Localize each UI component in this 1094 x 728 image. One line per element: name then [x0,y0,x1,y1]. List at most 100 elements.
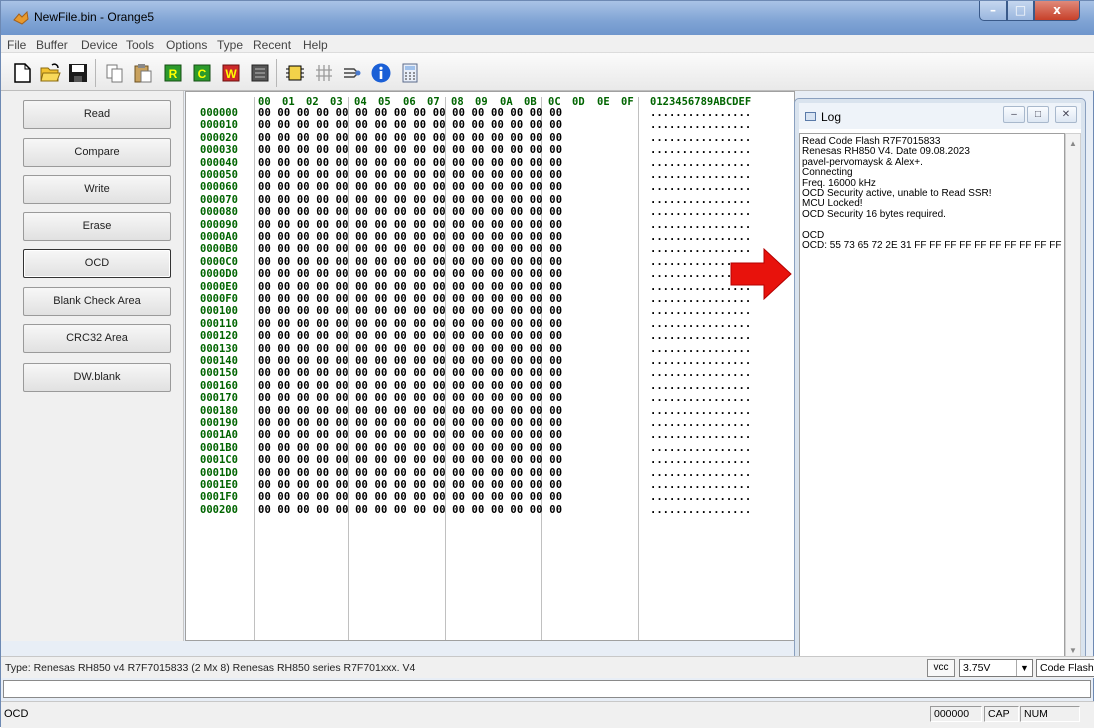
hex-row-bytes[interactable]: 00 00 00 00 00 00 00 00 00 00 00 00 00 0… [258,429,562,441]
hex-row-ascii[interactable]: ................ [650,367,751,379]
hex-row-bytes[interactable]: 00 00 00 00 00 00 00 00 00 00 00 00 00 0… [258,454,562,466]
hex-row-ascii[interactable]: ................ [650,144,751,156]
calculator-icon[interactable] [399,62,421,84]
hex-row-bytes[interactable]: 00 00 00 00 00 00 00 00 00 00 00 00 00 0… [258,491,562,503]
hex-row-bytes[interactable]: 00 00 00 00 00 00 00 00 00 00 00 00 00 0… [258,380,562,392]
hex-row-bytes[interactable]: 00 00 00 00 00 00 00 00 00 00 00 00 00 0… [258,256,562,268]
hex-row-ascii[interactable]: ................ [650,132,751,144]
hex-row-ascii[interactable]: ................ [650,479,751,491]
hex-row-bytes[interactable]: 00 00 00 00 00 00 00 00 00 00 00 00 00 0… [258,169,562,181]
hex-row-bytes[interactable]: 00 00 00 00 00 00 00 00 00 00 00 00 00 0… [258,343,562,355]
hex-row-bytes[interactable]: 00 00 00 00 00 00 00 00 00 00 00 00 00 0… [258,467,562,479]
hex-row-bytes[interactable]: 00 00 00 00 00 00 00 00 00 00 00 00 00 0… [258,417,562,429]
minimize-button[interactable]: – [979,1,1007,21]
menu-options[interactable]: Options [166,38,207,52]
menu-file[interactable]: File [7,38,26,52]
hex-row-bytes[interactable]: 00 00 00 00 00 00 00 00 00 00 00 00 00 0… [258,107,562,119]
hex-row-ascii[interactable]: ................ [650,467,751,479]
hex-row-bytes[interactable]: 00 00 00 00 00 00 00 00 00 00 00 00 00 0… [258,405,562,417]
hex-row-bytes[interactable]: 00 00 00 00 00 00 00 00 00 00 00 00 00 0… [258,281,562,293]
menu-help[interactable]: Help [303,38,328,52]
chip-settings-icon[interactable] [284,62,306,84]
crc32-area-button[interactable]: CRC32 Area [23,324,171,353]
hex-row-bytes[interactable]: 00 00 00 00 00 00 00 00 00 00 00 00 00 0… [258,479,562,491]
hex-row-ascii[interactable]: ................ [650,119,751,131]
erase-button[interactable]: Erase [23,212,171,241]
hex-row-ascii[interactable]: ................ [650,380,751,392]
hex-row-bytes[interactable]: 00 00 00 00 00 00 00 00 00 00 00 00 00 0… [258,206,562,218]
vcc-button[interactable]: vcc [927,659,955,677]
hex-row-ascii[interactable]: ................ [650,107,751,119]
hex-row-bytes[interactable]: 00 00 00 00 00 00 00 00 00 00 00 00 00 0… [258,392,562,404]
hex-row-bytes[interactable]: 00 00 00 00 00 00 00 00 00 00 00 00 00 0… [258,132,562,144]
hex-row-ascii[interactable]: ................ [650,454,751,466]
hex-row-bytes[interactable]: 00 00 00 00 00 00 00 00 00 00 00 00 00 0… [258,268,562,280]
hex-row-ascii[interactable]: ................ [650,330,751,342]
hex-row-bytes[interactable]: 00 00 00 00 00 00 00 00 00 00 00 00 00 0… [258,231,562,243]
hex-row-bytes[interactable]: 00 00 00 00 00 00 00 00 00 00 00 00 00 0… [258,504,562,516]
read-button[interactable]: Read [23,100,171,129]
hex-row-ascii[interactable]: ................ [650,231,751,243]
hex-row-ascii[interactable]: ................ [650,417,751,429]
hex-row-ascii[interactable]: ................ [650,355,751,367]
hex-row-bytes[interactable]: 00 00 00 00 00 00 00 00 00 00 00 00 00 0… [258,442,562,454]
blank-check-area-button[interactable]: Blank Check Area [23,287,171,316]
info-icon[interactable] [370,62,392,84]
hex-row-bytes[interactable]: 00 00 00 00 00 00 00 00 00 00 00 00 00 0… [258,318,562,330]
new-file-icon[interactable] [11,62,33,84]
hex-row-bytes[interactable]: 00 00 00 00 00 00 00 00 00 00 00 00 00 0… [258,305,562,317]
hex-row-ascii[interactable]: ................ [650,442,751,454]
voltage-select[interactable]: 3.75V ▼ [959,659,1033,677]
hex-row-bytes[interactable]: 00 00 00 00 00 00 00 00 00 00 00 00 00 0… [258,293,562,305]
pins-icon[interactable] [313,62,335,84]
chevron-down-icon[interactable]: ▼ [1016,660,1032,676]
hex-row-ascii[interactable]: ................ [650,181,751,193]
write-button[interactable]: Write [23,175,171,204]
hex-row-bytes[interactable]: 00 00 00 00 00 00 00 00 00 00 00 00 00 0… [258,367,562,379]
hex-row-bytes[interactable]: 00 00 00 00 00 00 00 00 00 00 00 00 00 0… [258,194,562,206]
erase-chip-icon[interactable] [249,62,271,84]
hex-row-ascii[interactable]: ................ [650,491,751,503]
log-close-button[interactable]: ✕ [1055,106,1077,123]
hex-row-ascii[interactable]: ................ [650,219,751,231]
ocd-button[interactable]: OCD [23,249,171,278]
hex-row-ascii[interactable]: ................ [650,305,751,317]
read-chip-icon[interactable]: R [162,62,184,84]
hex-row-ascii[interactable]: ................ [650,157,751,169]
dw-blank-button[interactable]: DW.blank [23,363,171,392]
menu-device[interactable]: Device [81,38,118,52]
log-text-area[interactable]: Read Code Flash R7F7015833 Renesas RH850 … [799,133,1065,661]
close-button[interactable]: x [1034,1,1080,21]
title-bar[interactable]: NewFile.bin - Orange5 – □ x [1,1,1094,35]
hex-row-ascii[interactable]: ................ [650,169,751,181]
hex-row-ascii[interactable]: ................ [650,194,751,206]
hex-row-bytes[interactable]: 00 00 00 00 00 00 00 00 00 00 00 00 00 0… [258,243,562,255]
paste-icon[interactable] [132,62,154,84]
hex-row-bytes[interactable]: 00 00 00 00 00 00 00 00 00 00 00 00 00 0… [258,355,562,367]
hex-row-ascii[interactable]: ................ [650,392,751,404]
menu-tools[interactable]: Tools [126,38,154,52]
log-scrollbar[interactable]: ▲ ▼ [1065,133,1081,661]
hex-row-bytes[interactable]: 00 00 00 00 00 00 00 00 00 00 00 00 00 0… [258,181,562,193]
hex-row-bytes[interactable]: 00 00 00 00 00 00 00 00 00 00 00 00 00 0… [258,144,562,156]
log-minimize-button[interactable]: – [1003,106,1025,123]
copy-icon[interactable] [104,62,126,84]
command-input[interactable] [3,680,1091,698]
hex-row-ascii[interactable]: ................ [650,429,751,441]
log-title-bar[interactable]: Log – □ ✕ [799,103,1081,129]
hex-row-ascii[interactable]: ................ [650,405,751,417]
hex-row-ascii[interactable]: ................ [650,504,751,516]
hex-editor[interactable]: 00 01 02 03 04 05 06 07 08 09 0A 0B 0C 0D 0E 0F 01234567… [185,91,795,641]
log-maximize-button[interactable]: □ [1027,106,1049,123]
hex-row-bytes[interactable]: 00 00 00 00 00 00 00 00 00 00 00 00 00 0… [258,219,562,231]
hex-row-bytes[interactable]: 00 00 00 00 00 00 00 00 00 00 00 00 00 0… [258,157,562,169]
hex-row-ascii[interactable]: ................ [650,343,751,355]
memory-type-select[interactable]: Code Flash [1036,659,1094,677]
check-chip-icon[interactable]: C [191,62,213,84]
hex-row-bytes[interactable]: 00 00 00 00 00 00 00 00 00 00 00 00 00 0… [258,119,562,131]
menu-buffer[interactable]: Buffer [36,38,68,52]
menu-type[interactable]: Type [217,38,243,52]
write-chip-icon[interactable]: W [220,62,242,84]
compare-button[interactable]: Compare [23,138,171,167]
hex-row-ascii[interactable]: ................ [650,206,751,218]
